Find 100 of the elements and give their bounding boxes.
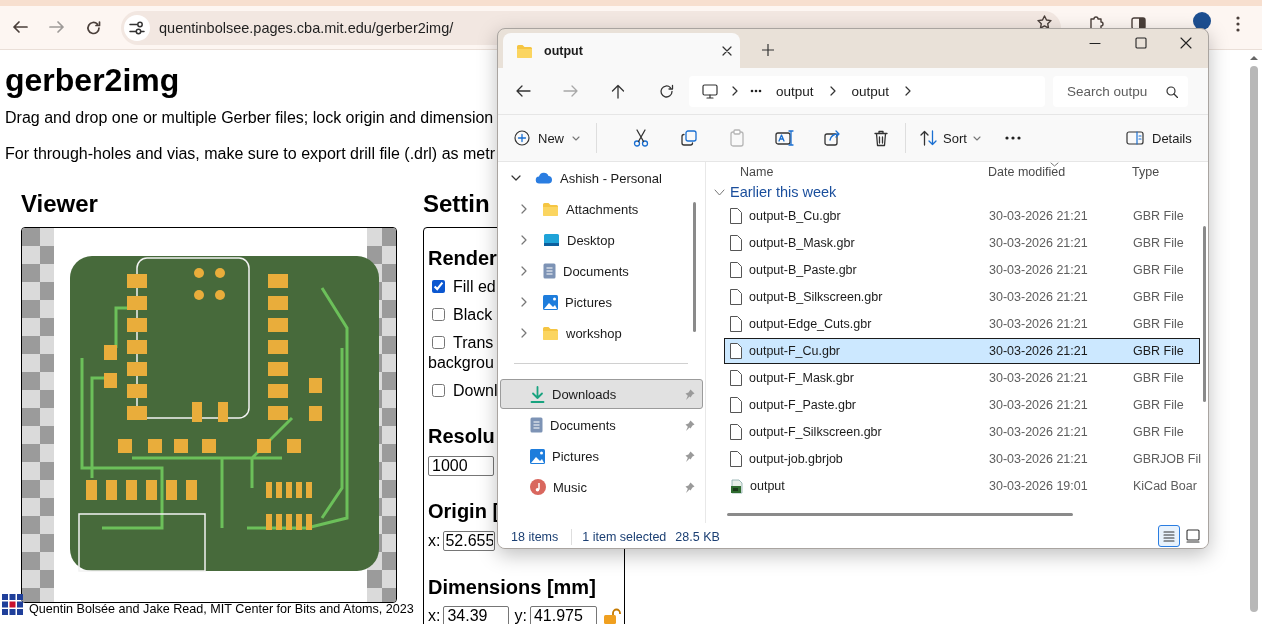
chevron-right-icon[interactable] (732, 86, 738, 96)
chevron-right-icon[interactable] (905, 86, 912, 96)
sidebar-item[interactable]: Downloads (500, 379, 703, 409)
group-header[interactable]: Earlier this week (714, 182, 1208, 202)
file-row[interactable]: output 30-03-2026 19:01 KiCad Boar (724, 473, 1200, 499)
close-icon[interactable] (1180, 37, 1192, 49)
details-view-button[interactable] (1158, 525, 1180, 547)
sidebar-item[interactable]: Desktop (500, 225, 703, 255)
reload-icon[interactable] (85, 20, 102, 35)
file-name: output-Edge_Cuts.gbr (749, 317, 872, 331)
file-icon (730, 316, 742, 332)
file-icon (730, 235, 742, 251)
checkbox[interactable] (432, 336, 445, 349)
column-header[interactable]: Name (724, 165, 988, 179)
sidebar-item[interactable]: Pictures (500, 287, 703, 317)
file-row[interactable]: output-F_Paste.gbr 30-03-2026 21:21 GBR File (724, 392, 1200, 418)
close-icon[interactable] (722, 45, 732, 56)
site-settings-icon[interactable] (129, 20, 145, 35)
breadcrumb-item[interactable]: output (768, 83, 822, 99)
file-row[interactable]: output-B_Cu.gbr 30-03-2026 21:21 GBR File (724, 203, 1200, 229)
file-icon (730, 289, 742, 305)
checkbox[interactable] (432, 308, 445, 321)
column-header[interactable]: Type (1132, 165, 1208, 179)
address-field[interactable]: quentinbolsee.pages.cba.mit.edu/gerber2img/ (159, 19, 454, 36)
new-button[interactable]: New (514, 123, 580, 153)
plus-circle-icon (514, 130, 530, 146)
trash-icon[interactable] (874, 129, 888, 147)
chevron-right-icon[interactable] (829, 86, 836, 96)
checkbox[interactable] (432, 280, 445, 293)
sidebar-item[interactable]: Ashish - Personal (500, 163, 703, 193)
scissors-icon[interactable] (633, 129, 649, 147)
share-icon[interactable] (824, 130, 842, 146)
chevron-down-icon (714, 188, 725, 196)
table-cell-text: GBR File (1133, 317, 1185, 331)
sidebar-item[interactable]: Pictures (500, 441, 703, 471)
table-cell-text: GBR File (1133, 290, 1185, 304)
details-button[interactable]: Details (1126, 123, 1192, 153)
dimension-x-field[interactable]: 34.39 (443, 606, 510, 624)
sidebar-item[interactable]: Music (500, 472, 703, 502)
selection-info: 1 item selected (582, 529, 667, 544)
table-cell-text: KiCad Boar (1133, 479, 1198, 493)
search-icon (1166, 85, 1178, 98)
file-icon (730, 397, 742, 413)
download-icon (530, 385, 545, 403)
avatar-icon[interactable] (1193, 12, 1211, 30)
file-name: output-job.gbrjob (749, 452, 843, 466)
rename-icon[interactable] (775, 130, 795, 146)
desktop-icon (543, 233, 560, 247)
file-row[interactable]: output-F_Silkscreen.gbr 30-03-2026 21:21 GBR File (724, 419, 1200, 445)
file-row[interactable]: output-B_Paste.gbr 30-03-2026 21:21 GBR File (724, 257, 1200, 283)
copy-icon[interactable] (681, 130, 697, 146)
more-icon[interactable] (750, 89, 762, 93)
table-cell-text: 30-03-2026 21:21 (989, 425, 1089, 439)
origin-x-field[interactable]: 52.655 (443, 531, 496, 551)
puzzle-icon[interactable] (1089, 15, 1104, 30)
file-row[interactable]: output-B_Silkscreen.gbr 30-03-2026 21:21 GBR File (724, 284, 1200, 310)
checkbox[interactable] (432, 384, 445, 397)
refresh-icon[interactable] (659, 83, 675, 99)
sort-button[interactable]: Sort (920, 123, 981, 153)
back-icon[interactable] (515, 83, 531, 99)
sidebar-item[interactable]: Documents (500, 410, 703, 440)
file-size: 28.5 KB (675, 529, 720, 544)
file-row[interactable]: output-F_Cu.gbr 30-03-2026 21:21 GBR File (724, 338, 1200, 364)
sidebar-item[interactable]: Documents (500, 256, 703, 286)
resolution-field[interactable]: 1000 (428, 456, 494, 476)
dimension-y-field[interactable]: 41.975 (529, 606, 597, 624)
column-header[interactable]: Date modified (988, 165, 1132, 179)
pin-icon (684, 450, 696, 462)
file-row[interactable]: output-job.gbrjob 30-03-2026 21:21 GBRJOB Fil (724, 446, 1200, 472)
pin-icon (684, 419, 696, 431)
table-cell-text: GBR File (1133, 371, 1185, 385)
chevron-down-icon[interactable] (511, 175, 521, 181)
file-row[interactable]: output-Edge_Cuts.gbr 30-03-2026 21:21 GBR File (724, 311, 1200, 337)
paragraph: For through-holes and vias, make sure to export drill file (.drl) as metr (5, 145, 495, 163)
more-icon[interactable] (1004, 136, 1021, 140)
back-icon[interactable] (11, 20, 28, 35)
star-icon[interactable] (1037, 15, 1052, 30)
up-icon[interactable] (611, 83, 627, 99)
pin-icon (684, 481, 696, 493)
unlocked-lock-icon[interactable] (602, 608, 621, 624)
table-cell-text: 30-03-2026 21:21 (989, 209, 1089, 223)
file-row[interactable]: output-F_Mask.gbr 30-03-2026 21:21 GBR File (724, 365, 1200, 391)
maximize-icon[interactable] (1135, 37, 1147, 49)
window-tab[interactable]: output (503, 33, 740, 68)
breadcrumb-item[interactable]: output (843, 83, 898, 99)
table-cell-text: GBR File (1133, 344, 1185, 358)
sidebar-item[interactable]: workshop (500, 318, 703, 348)
search-field[interactable]: Search outpu (1053, 75, 1188, 107)
group-heading: Resolu (428, 424, 495, 448)
file-icon (730, 370, 742, 386)
sidebar-item[interactable]: Attachments (500, 194, 703, 224)
picture-icon (530, 448, 545, 464)
computer-icon[interactable] (702, 83, 718, 99)
menu-icon[interactable] (1236, 16, 1240, 32)
new-tab-icon[interactable] (762, 44, 774, 56)
checkbox-label: Fill ed (453, 278, 496, 295)
sort-icon (920, 130, 937, 146)
folder-icon (542, 326, 559, 340)
table-cell-text: 30-03-2026 21:21 (989, 398, 1089, 412)
file-row[interactable]: output-B_Mask.gbr 30-03-2026 21:21 GBR File (724, 230, 1200, 256)
